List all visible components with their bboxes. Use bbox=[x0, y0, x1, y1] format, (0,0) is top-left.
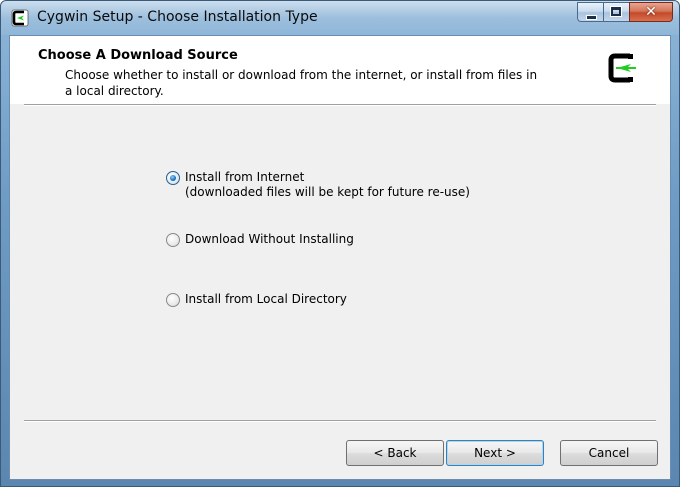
wizard-header: Choose A Download Source Choose whether … bbox=[10, 36, 670, 104]
maximize-button[interactable] bbox=[603, 2, 629, 22]
cancel-button[interactable]: Cancel bbox=[560, 440, 658, 466]
close-icon: ✕ bbox=[645, 4, 657, 20]
option-install-from-internet[interactable]: Install from Internet (downloaded files … bbox=[166, 170, 470, 200]
caption-buttons: ✕ bbox=[577, 2, 673, 22]
option-install-from-local-directory[interactable]: Install from Local Directory bbox=[166, 292, 347, 307]
next-button[interactable]: Next > bbox=[446, 440, 544, 466]
window-title: Cygwin Setup - Choose Installation Type bbox=[37, 9, 318, 25]
minimize-button[interactable] bbox=[577, 2, 603, 22]
close-button[interactable]: ✕ bbox=[629, 2, 673, 22]
back-button[interactable]: < Back bbox=[346, 440, 444, 466]
radio-install-from-local-directory[interactable] bbox=[166, 293, 180, 307]
option-label-line1: Install from Internet bbox=[185, 170, 305, 184]
cygwin-logo-icon bbox=[608, 53, 636, 83]
option-label: Download Without Installing bbox=[185, 232, 354, 246]
title-bar[interactable]: Cygwin Setup - Choose Installation Type … bbox=[1, 1, 679, 35]
setup-window: Cygwin Setup - Choose Installation Type … bbox=[0, 0, 680, 487]
page-description: Choose whether to install or download fr… bbox=[65, 68, 538, 98]
option-label-line2: (downloaded files will be kept for futur… bbox=[185, 185, 470, 199]
radio-install-from-internet[interactable] bbox=[166, 171, 180, 185]
option-download-without-installing[interactable]: Download Without Installing bbox=[166, 232, 354, 247]
option-label: Install from Internet (downloaded files … bbox=[185, 170, 470, 200]
maximize-icon bbox=[610, 6, 622, 17]
footer-separator bbox=[24, 420, 656, 422]
radio-download-without-installing[interactable] bbox=[166, 233, 180, 247]
header-separator bbox=[24, 104, 656, 106]
minimize-icon bbox=[586, 15, 597, 20]
dialog-client-area: Choose A Download Source Choose whether … bbox=[9, 35, 671, 480]
page-title: Choose A Download Source bbox=[38, 48, 238, 63]
option-label: Install from Local Directory bbox=[185, 292, 347, 306]
cygwin-logo-icon bbox=[11, 9, 29, 27]
